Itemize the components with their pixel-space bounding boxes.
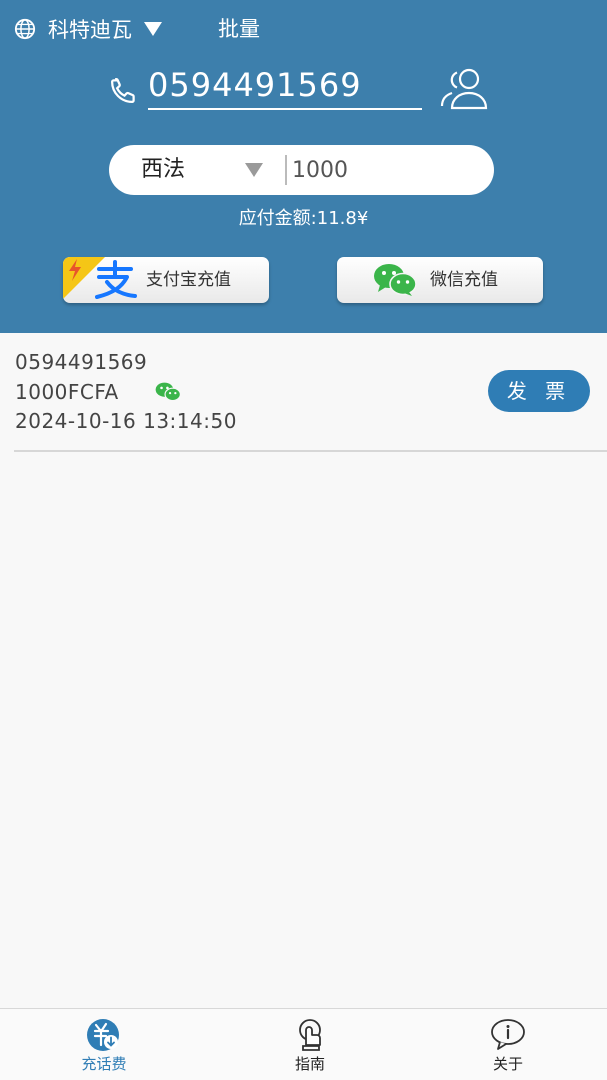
wechat-recharge-button[interactable]: 微信充值 — [337, 257, 543, 303]
operator-select[interactable]: 西法 — [141, 145, 185, 195]
amount-input[interactable] — [292, 145, 482, 195]
payable-amount: 应付金额:11.8¥ — [238, 208, 369, 229]
record-amount: 1000FCFA — [15, 380, 119, 404]
chevron-down-icon — [144, 22, 162, 36]
phone-input[interactable] — [148, 62, 422, 110]
bottom-tab-bar: 充话费 指南 关于 — [0, 1008, 607, 1080]
header-panel: 科特迪瓦 批量 西法 应付金额:11.8¥ 支付宝 — [0, 0, 607, 333]
phone-icon — [110, 77, 135, 104]
tab-recharge[interactable]: 充话费 — [44, 1009, 164, 1080]
phone-row — [108, 62, 498, 114]
recharge-icon — [87, 1019, 119, 1051]
guide-icon — [299, 1019, 321, 1051]
tab-label: 充话费 — [81, 1055, 127, 1073]
contacts-icon[interactable] — [438, 66, 490, 110]
lightning-icon — [69, 259, 81, 281]
tab-label: 关于 — [492, 1055, 523, 1073]
invoice-button[interactable]: 发 票 — [488, 370, 590, 412]
batch-button[interactable]: 批量 — [218, 14, 260, 44]
amount-selector: 西法 — [109, 145, 494, 195]
alipay-recharge-button[interactable]: 支付宝充值 — [63, 257, 269, 303]
operator-dropdown-icon[interactable] — [245, 163, 263, 177]
tab-about[interactable]: 关于 — [448, 1009, 568, 1080]
about-icon — [491, 1019, 525, 1050]
wechat-recharge-label: 微信充值 — [430, 270, 498, 290]
country-selector[interactable]: 科特迪瓦 — [14, 14, 162, 44]
record-phone: 0594491569 — [15, 350, 148, 374]
divider — [285, 155, 287, 185]
list-item: 0594491569 1000FCFA 2024-10-16 13:14:50 … — [14, 346, 593, 450]
divider — [14, 450, 607, 452]
tab-guide[interactable]: 指南 — [250, 1009, 370, 1080]
globe-icon — [14, 18, 36, 40]
wechat-icon — [155, 382, 181, 402]
wechat-icon — [374, 264, 417, 296]
alipay-recharge-label: 支付宝充值 — [146, 270, 231, 290]
tab-label: 指南 — [294, 1055, 325, 1073]
country-name: 科特迪瓦 — [48, 18, 132, 42]
record-timestamp: 2024-10-16 13:14:50 — [15, 409, 237, 433]
alipay-icon — [95, 260, 137, 299]
